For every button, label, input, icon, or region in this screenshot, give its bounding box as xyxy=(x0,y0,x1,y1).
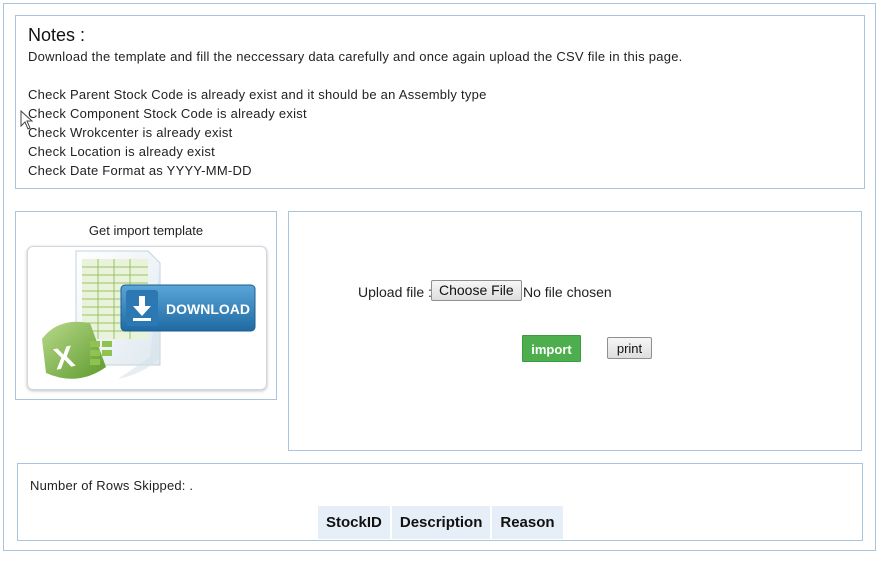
upload-file-label: Upload file : xyxy=(358,284,432,300)
choose-file-button[interactable]: Choose File xyxy=(431,280,522,301)
skipped-rows-table: StockID Description Reason xyxy=(316,506,565,539)
import-template-panel: Get import template X DOWNLOAD xyxy=(15,211,277,400)
notes-title: Notes : xyxy=(28,25,86,45)
table-header-row: StockID Description Reason xyxy=(318,506,563,539)
notes-check-item: Check Wrokcenter is already exist xyxy=(28,125,233,140)
template-title: Get import template xyxy=(88,223,204,238)
notes-spacer xyxy=(28,66,852,85)
notes-check-item: Check Location is already exist xyxy=(28,144,215,159)
column-header-stockid: StockID xyxy=(318,506,390,539)
mouse-cursor-icon xyxy=(20,110,34,130)
column-header-reason: Reason xyxy=(492,506,563,539)
import-result-panel: Number of Rows Skipped: . StockID Descri… xyxy=(17,463,863,541)
rows-skipped-text: Number of Rows Skipped: . xyxy=(30,478,194,493)
download-graphic: X DOWNLOAD xyxy=(42,250,256,379)
print-button[interactable]: print xyxy=(607,337,652,359)
import-button[interactable]: import xyxy=(522,335,581,362)
notes-check-item: Check Component Stock Code is already ex… xyxy=(28,106,307,121)
notes-check-item: Check Date Format as YYYY-MM-DD xyxy=(28,163,252,178)
upload-panel: Upload file : Choose File No file chosen… xyxy=(288,211,862,451)
notes-panel: Notes : Download the template and fill t… xyxy=(15,15,865,189)
download-label: DOWNLOAD xyxy=(166,301,250,317)
notes-check-item: Check Parent Stock Code is already exist… xyxy=(28,87,487,102)
download-template-button[interactable]: X DOWNLOAD xyxy=(27,246,267,390)
file-status-text: No file chosen xyxy=(523,284,612,300)
column-header-description: Description xyxy=(391,506,491,539)
notes-intro: Download the template and fill the necce… xyxy=(28,49,683,64)
